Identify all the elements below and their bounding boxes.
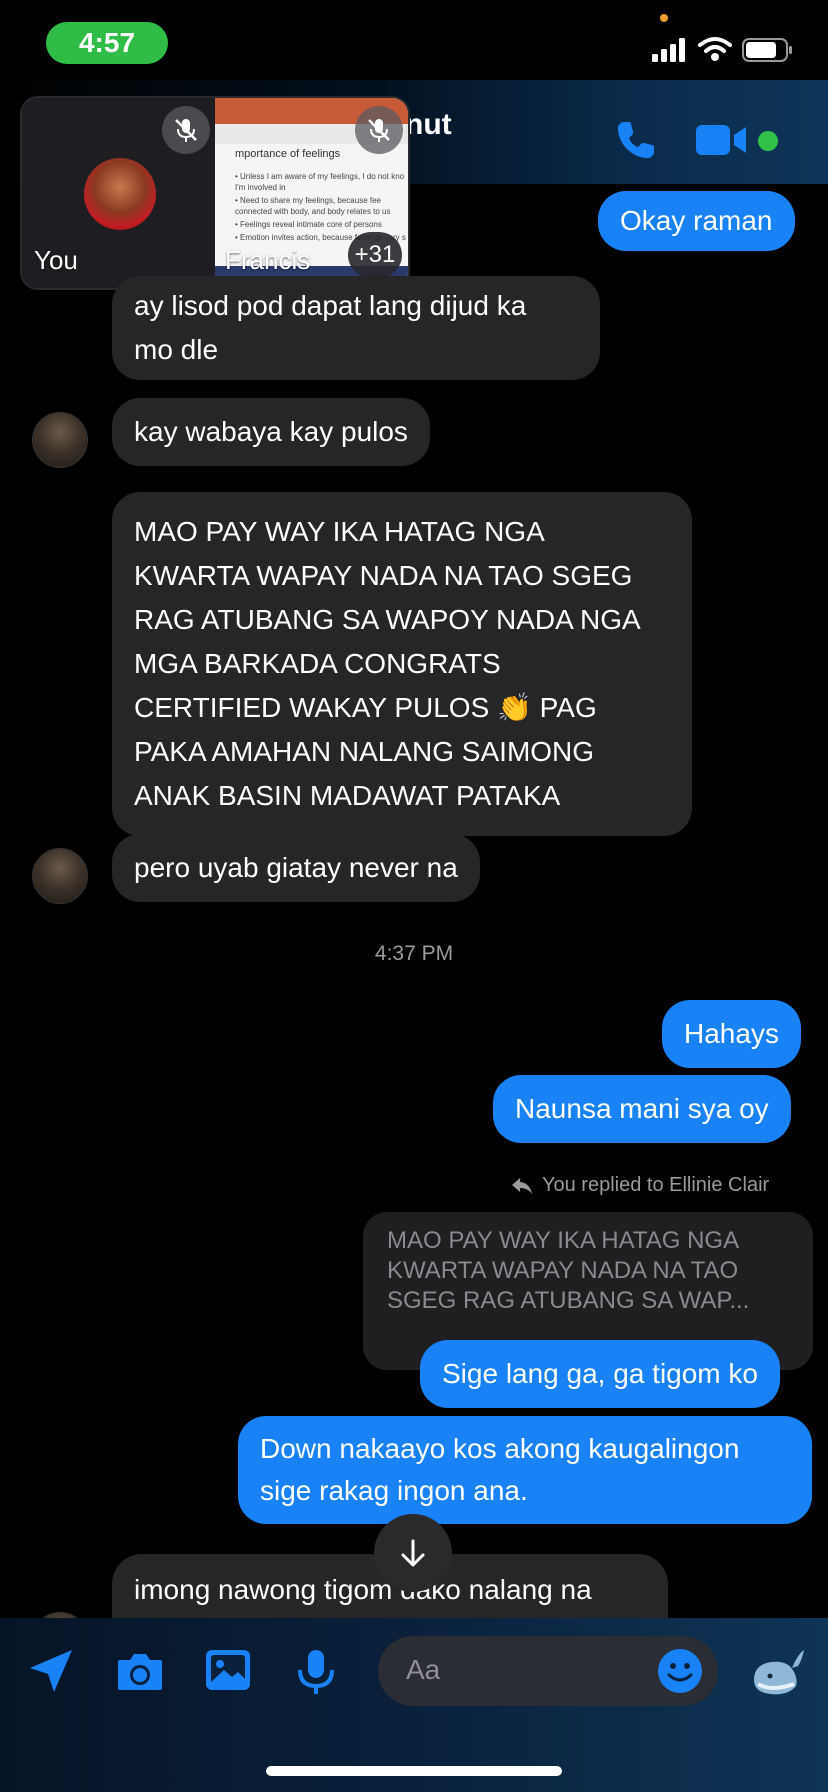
message-received[interactable]: MAO PAY WAY IKA HATAG NGA KWARTA WAPAY N… bbox=[112, 492, 692, 836]
video-camera-icon[interactable] bbox=[694, 122, 750, 158]
scroll-to-bottom-button[interactable] bbox=[374, 1514, 452, 1592]
cellular-signal-icon bbox=[652, 38, 685, 62]
message-input-placeholder: Aa bbox=[406, 1654, 441, 1685]
battery-icon bbox=[742, 38, 792, 62]
participant-tile-you[interactable]: You bbox=[22, 98, 215, 288]
quoted-line: SGEG RAG ATUBANG SA WAP... bbox=[387, 1287, 750, 1314]
participant-label-you: You bbox=[34, 245, 78, 275]
message-sent[interactable]: Naunsa mani sya oy bbox=[493, 1075, 791, 1143]
message-line: MGA BARKADA CONGRATS bbox=[134, 648, 501, 679]
message-sent[interactable]: Sige lang ga, ga tigom ko bbox=[420, 1340, 780, 1408]
image-icon[interactable] bbox=[202, 1644, 254, 1696]
reply-arrow-icon bbox=[512, 1177, 532, 1194]
shared-slide-bullet: connected with body, and body relates to… bbox=[235, 207, 391, 216]
message-line: ay lisod pod dapat lang dijud ka bbox=[134, 290, 527, 321]
message-line: sige rakag ingon ana. bbox=[260, 1475, 528, 1506]
message-line: ANAK BASIN MADAWAT PATAKA bbox=[134, 780, 561, 811]
reply-context-label: You replied to Ellinie Clair bbox=[542, 1174, 770, 1196]
wifi-icon bbox=[698, 37, 732, 61]
shared-slide-bullet: • Feelings reveal intimate core of perso… bbox=[235, 220, 382, 229]
participant-tile-francis[interactable]: mportance of feelings • Unless I am awar… bbox=[215, 98, 408, 288]
mic-muted-icon bbox=[355, 106, 403, 154]
message-sent[interactable]: Hahays bbox=[662, 1000, 801, 1068]
status-time[interactable]: 4:57 bbox=[46, 22, 168, 64]
message-line: CERTIFIED WAKAY PULOS 👏 PAG bbox=[134, 692, 597, 723]
message-received[interactable]: kay wabaya kay pulos bbox=[112, 398, 430, 466]
emoji-icon[interactable] bbox=[654, 1645, 706, 1697]
shared-slide-bullet: I'm involved in bbox=[235, 183, 286, 192]
arrow-down-icon bbox=[401, 1539, 425, 1567]
avatar-you bbox=[84, 158, 156, 230]
message-sent[interactable]: Down nakaayo kos akong kaugalingon sige … bbox=[238, 1416, 812, 1524]
quoted-line: KWARTA WAPAY NADA NA TAO bbox=[387, 1257, 739, 1284]
call-overlay[interactable]: You mportance of feelings • Unless I am … bbox=[20, 96, 410, 290]
location-arrow-icon[interactable] bbox=[26, 1646, 78, 1698]
message-line: PAKA AMAHAN NALANG SAIMONG bbox=[134, 736, 595, 767]
privacy-indicator-dot bbox=[660, 14, 668, 22]
message-received[interactable]: pero uyab giatay never na bbox=[112, 834, 480, 902]
shared-slide-bullet: • Unless I am aware of my feelings, I do… bbox=[235, 172, 405, 181]
status-bar: 4:57 bbox=[0, 0, 828, 80]
active-status-dot bbox=[758, 131, 778, 151]
message-line: RAG ATUBANG SA WAPOY NADA NGA bbox=[134, 604, 641, 635]
contact-avatar[interactable] bbox=[32, 848, 88, 904]
mic-muted-icon bbox=[162, 106, 210, 154]
message-line: KWARTA WAPAY NADA NA TAO SGEG bbox=[134, 560, 633, 591]
whale-sticker-icon[interactable] bbox=[748, 1644, 806, 1700]
microphone-icon[interactable] bbox=[290, 1646, 342, 1698]
message-timestamp: 4:37 PM bbox=[374, 942, 454, 965]
more-participants-badge[interactable]: +31 bbox=[348, 232, 402, 278]
contact-avatar[interactable] bbox=[32, 412, 88, 468]
chat-title[interactable]: nut bbox=[405, 108, 452, 142]
message-received[interactable]: ay lisod pod dapat lang dijud ka mo dle bbox=[112, 276, 600, 380]
reply-context: You replied to Ellinie Clair bbox=[510, 1174, 769, 1197]
message-line: mo dle bbox=[134, 334, 219, 365]
shared-slide-bullet: • Need to share my feelings, because fee bbox=[235, 196, 381, 205]
message-line: Down nakaayo kos akong kaugalingon bbox=[260, 1433, 740, 1464]
phone-icon[interactable] bbox=[612, 116, 660, 164]
quoted-line: MAO PAY WAY IKA HATAG NGA bbox=[387, 1227, 740, 1254]
message-sent[interactable]: Okay raman bbox=[598, 191, 795, 251]
shared-slide-heading: mportance of feelings bbox=[235, 148, 341, 160]
participant-label-francis: Francis bbox=[225, 245, 311, 275]
message-line: MAO PAY WAY IKA HATAG NGA bbox=[134, 516, 545, 547]
camera-icon[interactable] bbox=[114, 1646, 166, 1698]
home-indicator[interactable] bbox=[266, 1766, 562, 1776]
